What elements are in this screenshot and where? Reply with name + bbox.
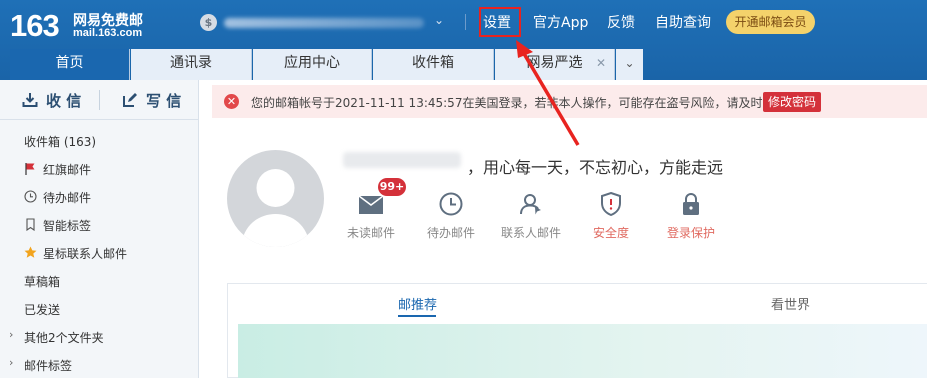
flag-icon: [25, 163, 35, 175]
feed-tab-recommend[interactable]: 邮推荐: [398, 294, 437, 313]
chevron-right-icon[interactable]: ›: [9, 328, 13, 341]
quick-action-unread[interactable]: 未读邮件: [336, 192, 406, 242]
folder-label: 其他2个文件夹: [24, 331, 104, 345]
top-bar: 163 网易免费邮 mail.163.com $ ⌄ 设置 官方App 反馈 自…: [0, 0, 927, 80]
tab-contacts[interactable]: 通讯录: [131, 49, 252, 80]
sidebar: 收 信 写 信 收件箱 (163) 红旗邮件 待办邮件 智能标签 星标联系人邮件…: [0, 80, 199, 378]
user-silhouette-icon: [241, 169, 310, 247]
folder-label: 邮件标签: [24, 359, 73, 373]
compose-row: 收 信 写 信: [0, 80, 199, 120]
quick-action-security[interactable]: 安全度: [576, 192, 646, 242]
quick-action-label: 登录保护: [666, 226, 715, 240]
alert-text: 您的邮箱帐号于2021-11-11 13:45:57在美国登录，若非本人操作，可…: [251, 96, 763, 110]
folder-drafts[interactable]: 草稿箱: [0, 268, 199, 294]
unread-count-badge: 99+: [378, 178, 406, 196]
clock-icon: [439, 192, 463, 216]
divider: [465, 14, 466, 30]
quick-action-login-protect[interactable]: 登录保护: [656, 192, 726, 242]
close-icon[interactable]: ✕: [596, 49, 606, 78]
folder-label: 草稿箱: [24, 275, 61, 289]
quick-action-label: 未读邮件: [346, 226, 395, 240]
folder-todo[interactable]: 待办邮件: [0, 184, 199, 210]
self-service-link[interactable]: 自助查询: [655, 12, 711, 32]
security-alert: ✕ 您的邮箱帐号于2021-11-11 13:45:57在美国登录，若非本人操作…: [212, 85, 927, 118]
avatar[interactable]: [227, 150, 324, 247]
feedback-link[interactable]: 反馈: [607, 12, 635, 32]
blurred-username: [343, 152, 461, 168]
active-tab-indicator: [398, 315, 436, 317]
quick-action-label: 安全度: [592, 226, 629, 240]
logo-number[interactable]: 163: [10, 8, 60, 44]
account-switcher[interactable]: $ ⌄: [200, 13, 450, 33]
download-icon: [22, 93, 38, 107]
blurred-account-name: [224, 18, 424, 28]
vip-membership-button[interactable]: 开通邮箱会员: [726, 10, 815, 34]
change-password-button[interactable]: 修改密码: [763, 92, 821, 112]
receive-label: 收 信: [46, 92, 82, 110]
coin-icon: $: [200, 14, 217, 31]
quick-action-contacts[interactable]: 联系人邮件: [496, 192, 566, 242]
folder-label: 红旗邮件: [43, 163, 92, 177]
folder-mail-tags[interactable]: › 邮件标签: [0, 352, 199, 378]
folder-sent[interactable]: 已发送: [0, 296, 199, 322]
folder-label: 待办邮件: [43, 191, 92, 205]
official-app-link[interactable]: 官方App: [533, 12, 588, 32]
feed-banner-image[interactable]: [238, 324, 927, 378]
close-circle-icon: ✕: [224, 94, 239, 109]
folder-label: 星标联系人邮件: [43, 247, 128, 261]
tab-inbox[interactable]: 收件箱: [373, 49, 494, 80]
star-icon: [24, 246, 37, 258]
chevron-down-icon: ⌄: [434, 13, 445, 27]
feed-tab-world[interactable]: 看世界: [771, 294, 810, 313]
contact-icon: [520, 194, 541, 215]
shield-icon: [601, 192, 621, 216]
tab-home[interactable]: 首页: [10, 49, 130, 80]
lock-icon: [683, 193, 699, 215]
tab-app-center[interactable]: 应用中心: [253, 49, 372, 80]
profile-motto: ，用心每一天，不忘初心，方能走远: [467, 158, 724, 177]
annotation-highlight-box: [479, 7, 521, 37]
folder-label: 已发送: [24, 303, 61, 317]
folder-label: 收件箱 (163): [24, 135, 97, 149]
compose-button[interactable]: 写 信: [122, 88, 192, 112]
folder-inbox[interactable]: 收件箱 (163): [0, 128, 199, 154]
tab-more-chevron-icon[interactable]: ⌄: [616, 49, 643, 80]
folder-smart-tags[interactable]: 智能标签: [0, 212, 199, 238]
folder-label: 智能标签: [43, 219, 92, 233]
tab-yanxuan[interactable]: 网易严选 ✕: [495, 49, 615, 80]
chevron-right-icon[interactable]: ›: [9, 356, 13, 369]
divider: [99, 90, 100, 110]
envelope-icon: [358, 195, 384, 214]
feed-panel: 邮推荐 看世界: [227, 283, 927, 378]
folder-starred-contacts[interactable]: 星标联系人邮件: [0, 240, 199, 266]
folder-flagged[interactable]: 红旗邮件: [0, 156, 199, 182]
folder-other[interactable]: › 其他2个文件夹: [0, 324, 199, 350]
clock-icon: [24, 190, 37, 203]
tab-yanxuan-label: 网易严选: [526, 55, 583, 71]
compose-icon: [123, 93, 137, 107]
logo-domain[interactable]: mail.163.com: [73, 27, 142, 39]
quick-action-todo[interactable]: 待办邮件: [416, 192, 486, 242]
bookmark-icon: [26, 218, 35, 231]
quick-action-label: 待办邮件: [426, 226, 475, 240]
compose-label: 写 信: [146, 92, 182, 110]
quick-action-label: 联系人邮件: [500, 226, 561, 240]
receive-button[interactable]: 收 信: [22, 88, 92, 112]
